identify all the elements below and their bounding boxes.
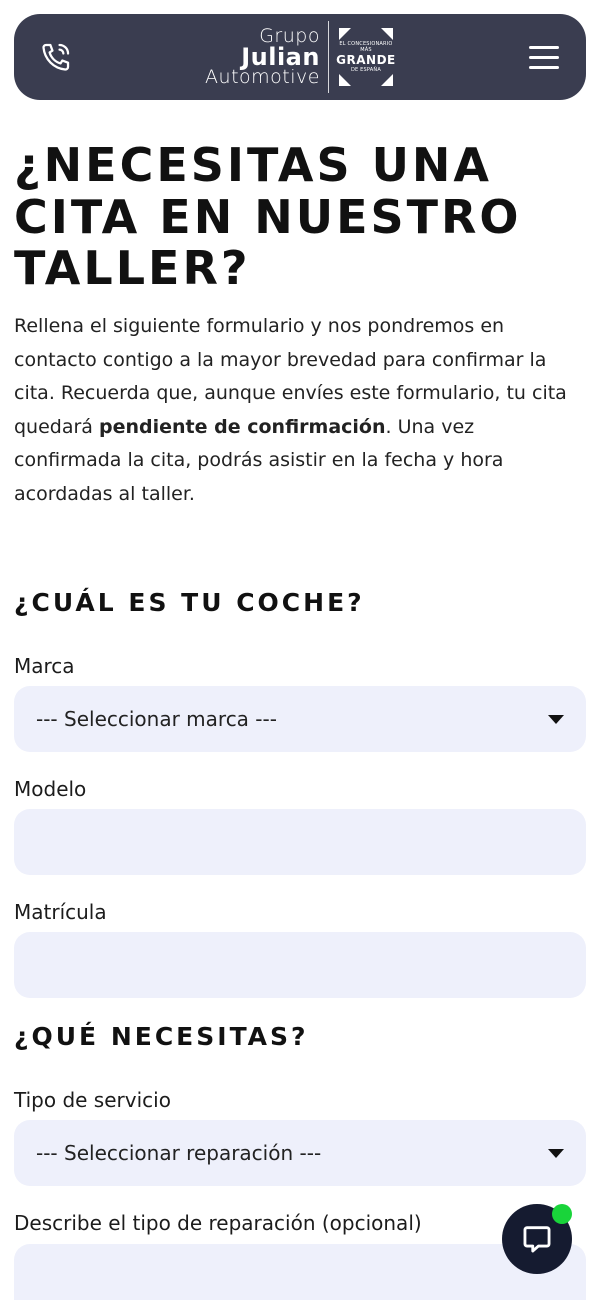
logo-text: Grupo Julian Automotive	[205, 27, 320, 87]
intro-text-bold: pendiente de confirmación	[99, 415, 386, 438]
page-title: ¿Necesitas una cita en nuestro taller?	[14, 138, 522, 296]
chevron-down-icon	[548, 1148, 564, 1158]
section-heading-car: ¿Cuál es tu coche?	[14, 588, 365, 617]
label-modelo: Modelo	[14, 777, 87, 801]
servicio-select-value: --- Seleccionar reparación ---	[36, 1141, 322, 1165]
phone-icon	[42, 43, 70, 71]
logo[interactable]: Grupo Julian Automotive EL CONCESIONARIO…	[205, 21, 395, 93]
badge: EL CONCESIONARIO MÁS GRANDE DE ESPAÑA	[336, 26, 395, 88]
label-marca: Marca	[14, 654, 75, 678]
chat-bubble-icon	[523, 1226, 551, 1253]
chevron-down-icon	[548, 714, 564, 724]
modelo-input[interactable]	[14, 809, 586, 875]
online-status-dot	[552, 1204, 572, 1224]
badge-corners-icon	[338, 28, 393, 86]
menu-button[interactable]	[522, 35, 566, 79]
label-matricula: Matrícula	[14, 900, 107, 924]
hamburger-icon	[528, 55, 559, 59]
hamburger-icon	[528, 45, 559, 49]
hamburger-icon	[528, 65, 559, 69]
label-tipo-servicio: Tipo de servicio	[14, 1088, 171, 1112]
intro-text: Rellena el siguiente formulario y nos po…	[14, 310, 586, 511]
phone-button[interactable]	[34, 35, 78, 79]
chat-button[interactable]	[502, 1204, 572, 1274]
marca-select[interactable]: --- Seleccionar marca ---	[14, 686, 586, 752]
label-describe: Describe el tipo de reparación (opcional…	[14, 1211, 422, 1235]
logo-line-automotive: Automotive	[205, 66, 320, 88]
matricula-input[interactable]	[14, 932, 586, 998]
section-heading-need: ¿Qué necesitas?	[14, 1022, 309, 1051]
logo-divider	[327, 21, 329, 93]
marca-select-value: --- Seleccionar marca ---	[36, 707, 277, 731]
servicio-select[interactable]: --- Seleccionar reparación ---	[14, 1120, 586, 1186]
describe-textarea[interactable]	[14, 1244, 586, 1300]
page: Grupo Julian Automotive EL CONCESIONARIO…	[0, 0, 600, 1300]
site-header: Grupo Julian Automotive EL CONCESIONARIO…	[14, 14, 586, 100]
